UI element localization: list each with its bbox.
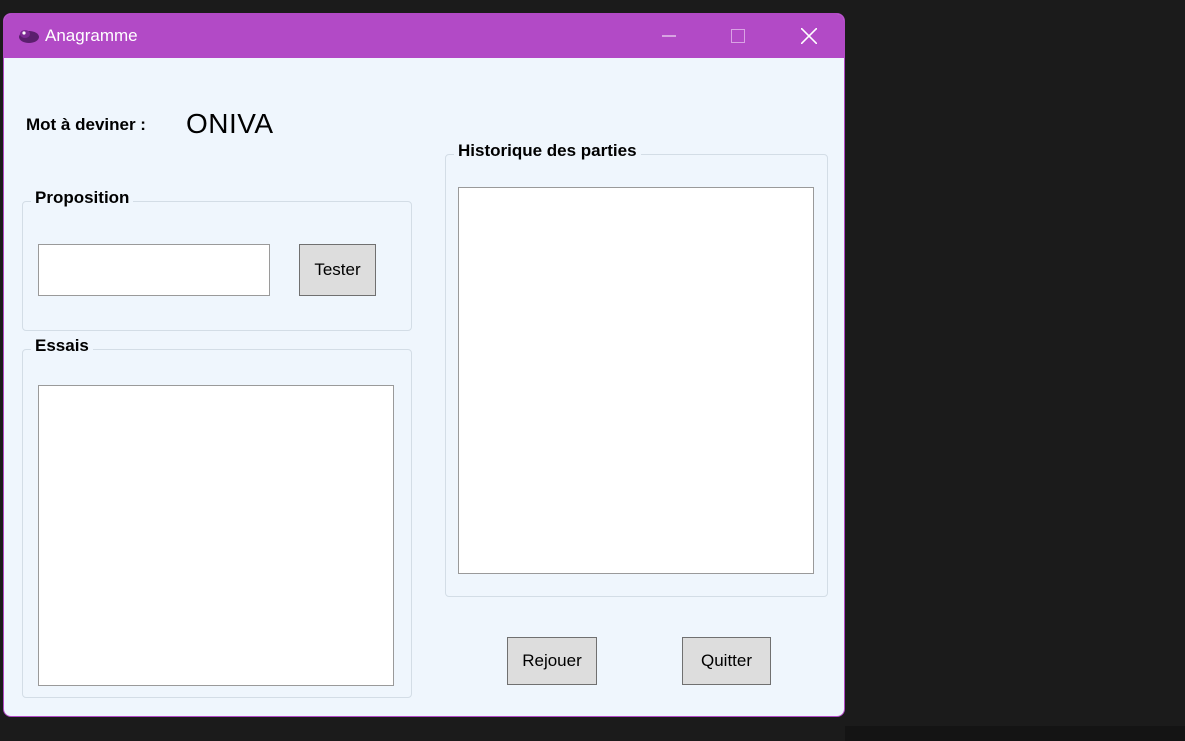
replay-button[interactable]: Rejouer	[507, 637, 597, 685]
background-strip	[845, 726, 1185, 741]
close-icon	[801, 28, 817, 44]
proposition-input[interactable]	[38, 244, 270, 296]
maximize-icon	[731, 29, 745, 43]
minimize-icon	[662, 35, 676, 37]
close-button[interactable]	[775, 14, 843, 58]
window-title: Anagramme	[45, 26, 138, 45]
quit-button[interactable]: Quitter	[682, 637, 771, 685]
word-label: Mot à deviner :	[26, 115, 146, 134]
app-icon	[19, 30, 39, 43]
proposition-legend: Proposition	[31, 188, 134, 208]
word-to-guess: ONIVA	[186, 108, 274, 139]
test-button[interactable]: Tester	[299, 244, 376, 296]
essais-legend: Essais	[31, 336, 93, 356]
app-window: Anagramme Mot à deviner : ONIVA Proposit…	[3, 13, 845, 717]
title-bar[interactable]: Anagramme	[4, 14, 844, 58]
essais-group: Essais	[22, 336, 412, 698]
historique-group: Historique des parties	[445, 141, 828, 597]
maximize-button[interactable]	[704, 14, 772, 58]
historique-list[interactable]	[458, 187, 814, 574]
essais-list[interactable]	[38, 385, 394, 686]
proposition-group: Proposition Tester	[22, 188, 412, 331]
historique-legend: Historique des parties	[454, 141, 641, 161]
minimize-button[interactable]	[635, 14, 703, 58]
